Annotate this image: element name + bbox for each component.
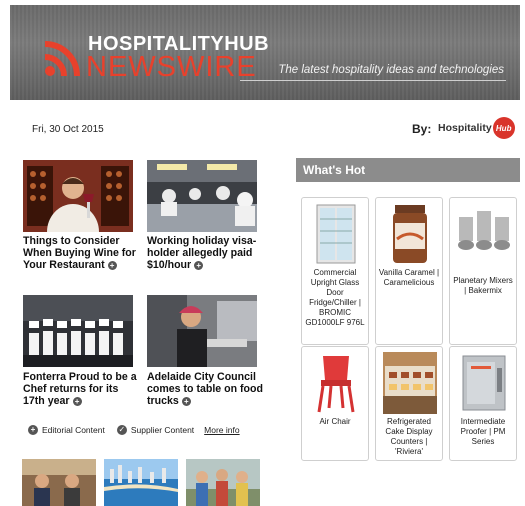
rss-icon	[44, 41, 80, 77]
bottom-image-tourists[interactable]	[186, 459, 260, 506]
planetary-mixers-image	[458, 211, 510, 250]
bottom-image-coast[interactable]	[104, 459, 178, 506]
news-image-wine[interactable]	[23, 160, 133, 232]
hot-item-fridge[interactable]: Commercial Upright Glass Door Fridge/Chi…	[301, 197, 369, 345]
plus-icon: +	[28, 425, 38, 435]
hot-item-cake-display[interactable]: Refrigerated Cake Display Counters | 'Ri…	[375, 346, 443, 461]
proofer-image	[462, 355, 506, 411]
fridge-image	[316, 204, 356, 264]
issue-date: Fri, 30 Oct 2015	[32, 124, 104, 135]
coastline-photo	[104, 459, 178, 506]
hot-item-mixers[interactable]: Planetary Mixers | Bakermix	[449, 197, 517, 345]
hot-item-label: Intermediate Proofer | PM Series	[460, 417, 506, 446]
hot-item-label: Refrigerated Cake Display Counters | 'Ri…	[385, 417, 433, 456]
header-banner: HOSPITALITYHUB NEWSWIRE The latest hospi…	[10, 5, 520, 100]
red-chair-image	[317, 356, 355, 413]
logo-text: Hospitality	[438, 122, 492, 134]
whats-hot-header: What's Hot	[296, 158, 520, 182]
news-title-adelaide[interactable]: Adelaide City Council comes to table on …	[147, 371, 265, 407]
newsletter-frame: HOSPITALITYHUB NEWSWIRE The latest hospi…	[10, 5, 520, 506]
news-title-text: Adelaide City Council comes to table on …	[147, 371, 263, 407]
chefs-group-photo	[23, 295, 133, 367]
hot-item-label: Planetary Mixers | Bakermix	[453, 276, 513, 295]
wine-photo	[23, 160, 133, 232]
hot-item-air-chair[interactable]: Air Chair	[301, 346, 369, 461]
logo-badge: Hub	[492, 117, 515, 139]
brand-subtitle: NEWSWIRE	[86, 51, 257, 83]
news-title-fonterra[interactable]: Fonterra Proud to be a Chef returns for …	[23, 371, 141, 407]
hot-item-label: Vanilla Caramel | Caramelicious	[378, 268, 440, 287]
bottom-image-bar[interactable]	[22, 459, 96, 506]
whats-hot-title: What's Hot	[303, 163, 366, 177]
tagline-divider	[240, 80, 506, 81]
by-label: By:	[412, 122, 432, 136]
news-title-visa[interactable]: Working holiday visa-holder allegedly pa…	[147, 235, 265, 271]
content-legend: + Editorial Content ✓ Supplier Content M…	[28, 425, 240, 435]
tagline: The latest hospitality ideas and technol…	[278, 64, 504, 76]
plus-icon[interactable]: +	[181, 396, 191, 406]
legend-editorial: Editorial Content	[42, 425, 105, 435]
kitchen-photo	[147, 160, 257, 232]
plus-icon[interactable]: +	[107, 260, 117, 270]
tourists-photo	[186, 459, 260, 506]
legend-supplier: Supplier Content	[130, 425, 195, 435]
check-icon: ✓	[116, 425, 127, 435]
hospitality-hub-logo[interactable]: Hospitality Hub	[438, 116, 515, 140]
cake-display-image	[383, 352, 437, 414]
news-title-text: Things to Consider When Buying Wine for …	[23, 235, 136, 271]
hot-item-label: Commercial Upright Glass Door Fridge/Chi…	[305, 268, 365, 327]
plus-icon[interactable]: +	[194, 260, 204, 270]
news-image-kitchen[interactable]	[147, 160, 257, 232]
hot-item-caramel[interactable]: Vanilla Caramel | Caramelicious	[375, 197, 443, 345]
news-image-chefs[interactable]	[23, 295, 133, 367]
news-image-foodtruck[interactable]	[147, 295, 257, 367]
food-truck-photo	[147, 295, 257, 367]
bar-photo	[22, 459, 96, 506]
caramel-jar-image	[393, 205, 427, 263]
hot-item-label: Air Chair	[319, 417, 351, 426]
more-info-link[interactable]: More info	[204, 425, 239, 435]
plus-icon[interactable]: +	[72, 396, 82, 406]
news-title-wine[interactable]: Things to Consider When Buying Wine for …	[23, 235, 141, 271]
hot-item-proofer[interactable]: Intermediate Proofer | PM Series	[449, 346, 517, 461]
